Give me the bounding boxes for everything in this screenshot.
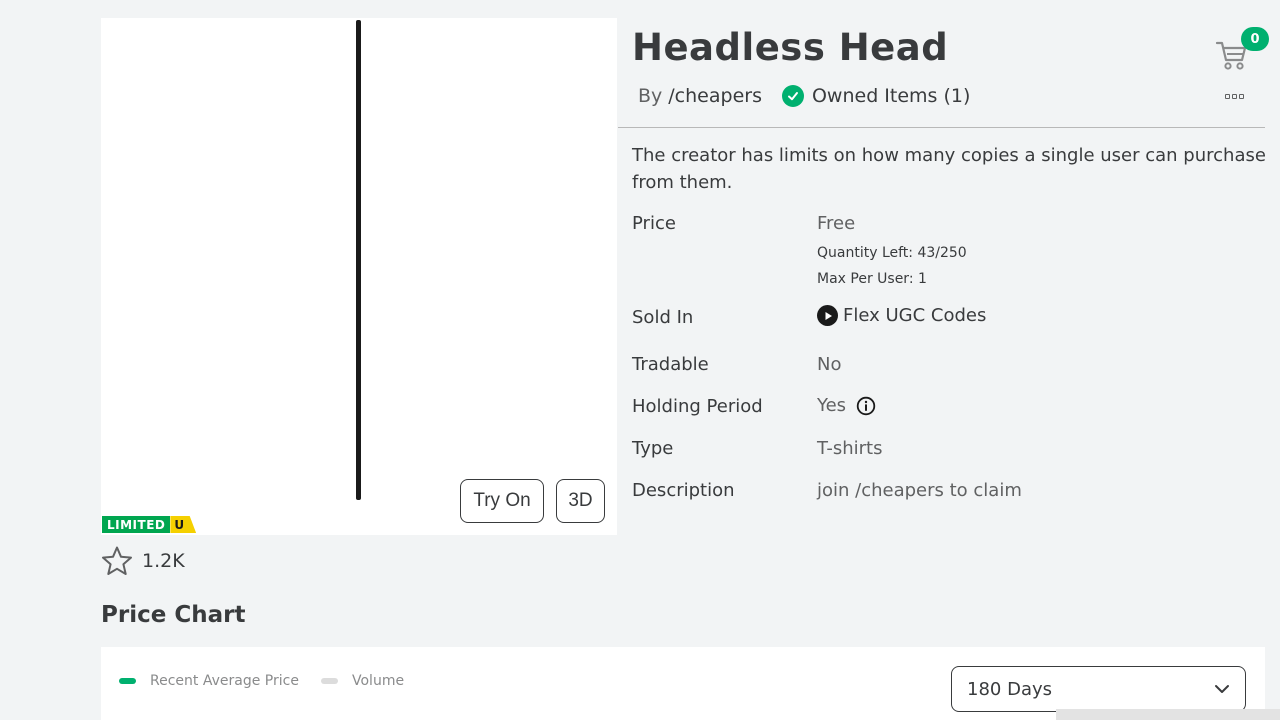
legend-volume[interactable]: Volume xyxy=(321,673,404,689)
legend-swatch-price xyxy=(119,678,136,684)
info-icon[interactable] xyxy=(856,396,876,416)
unique-label: U xyxy=(170,516,197,533)
holding-period-label: Holding Period xyxy=(632,396,763,417)
description-value: join /cheapers to claim xyxy=(817,480,1022,501)
price-chart-title: Price Chart xyxy=(101,602,246,628)
try-on-button[interactable]: Try On xyxy=(460,479,544,523)
play-icon xyxy=(817,305,838,326)
chevron-down-icon xyxy=(1215,685,1229,693)
sold-in-experience-link[interactable]: Flex UGC Codes xyxy=(817,305,986,326)
header-divider xyxy=(618,127,1265,128)
holding-period-value-group: Yes xyxy=(817,395,876,416)
limited-unique-badge: LIMITED U xyxy=(102,516,197,533)
favorite-control[interactable]: 1.2K xyxy=(101,545,185,577)
bottom-overlay-bar xyxy=(1056,709,1280,720)
price-label: Price xyxy=(632,213,676,234)
more-options-icon[interactable] xyxy=(1225,94,1244,99)
quantity-left: Quantity Left: 43/250 xyxy=(817,245,967,261)
star-icon[interactable] xyxy=(101,545,133,577)
description-label: Description xyxy=(632,480,735,501)
view-3d-button[interactable]: 3D xyxy=(556,479,605,523)
check-circle-icon xyxy=(781,85,804,107)
item-image xyxy=(356,20,361,500)
experience-name[interactable]: Flex UGC Codes xyxy=(843,305,986,326)
legend-recent-average-price[interactable]: Recent Average Price xyxy=(119,673,299,689)
cart-count-badge: 0 xyxy=(1241,27,1269,51)
limited-label: LIMITED xyxy=(102,516,171,533)
time-range-dropdown[interactable]: 180 Days xyxy=(951,666,1246,712)
price-value: Free xyxy=(817,213,856,234)
legend-price-label: Recent Average Price xyxy=(150,673,299,689)
tradable-label: Tradable xyxy=(632,354,709,375)
creator-link[interactable]: /cheapers xyxy=(668,85,762,107)
tradable-value: No xyxy=(817,354,842,375)
type-value: T-shirts xyxy=(817,438,883,459)
time-range-selected: 180 Days xyxy=(967,678,1052,700)
by-label: By xyxy=(638,85,663,107)
owned-items-label: Owned Items (1) xyxy=(811,85,971,107)
purchase-limit-notice: The creator has limits on how many copie… xyxy=(632,145,1266,193)
byline: By /cheapers Owned Items (1) xyxy=(638,85,970,107)
type-label: Type xyxy=(632,438,674,459)
favorite-count: 1.2K xyxy=(142,550,185,572)
legend-swatch-volume xyxy=(321,678,338,684)
sold-in-label: Sold In xyxy=(632,307,694,328)
holding-period-value: Yes xyxy=(817,395,847,416)
legend-volume-label: Volume xyxy=(352,673,405,689)
max-per-user: Max Per User: 1 xyxy=(817,271,927,287)
item-title: Headless Head xyxy=(632,26,949,69)
item-thumbnail: Try On 3D xyxy=(101,18,617,535)
